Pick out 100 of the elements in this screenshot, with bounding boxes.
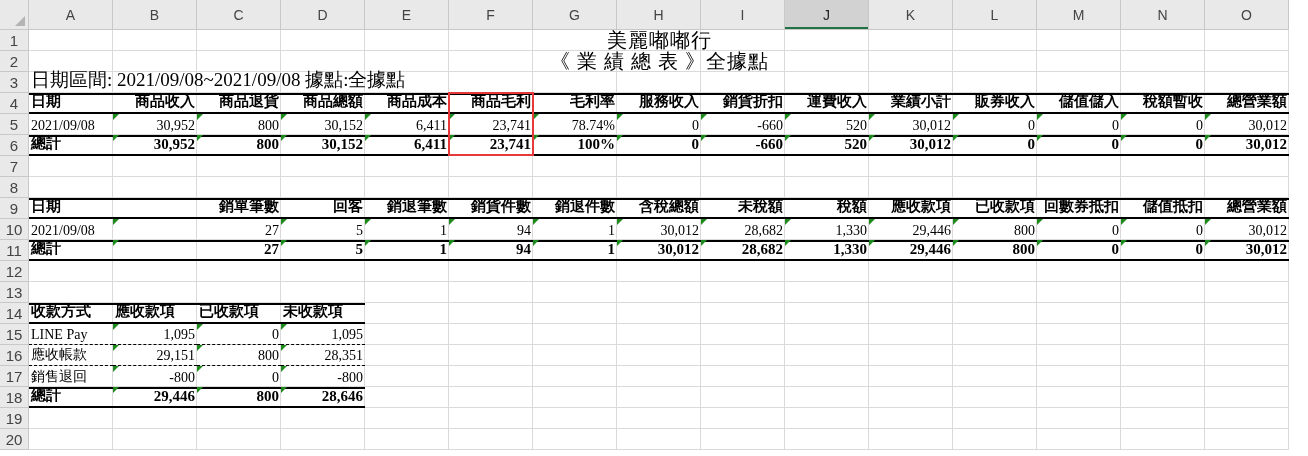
- table-cell-text: 520: [845, 117, 868, 135]
- column-header[interactable]: B: [113, 0, 197, 30]
- table-cell-text: 1,330: [834, 222, 868, 240]
- select-all-icon[interactable]: [15, 16, 25, 26]
- row-header[interactable]: 1: [0, 30, 29, 51]
- row-header[interactable]: 4: [0, 93, 29, 114]
- row-header[interactable]: 7: [0, 156, 29, 177]
- table-cell: 30,012: [1205, 135, 1289, 156]
- table-cell-text: 30,012: [1247, 117, 1288, 135]
- table-cell-text: 0: [1111, 117, 1120, 135]
- table-cell: 1,330: [785, 240, 869, 261]
- table-cell-text: 6,411: [415, 117, 448, 135]
- table-cell-text: 銷售退回: [30, 368, 88, 386]
- column-header[interactable]: N: [1121, 0, 1205, 30]
- table-cell-text: 2021/09/08: [30, 117, 96, 135]
- table-cell-text: -800: [168, 369, 196, 387]
- column-header[interactable]: E: [365, 0, 449, 30]
- table-cell-text: 30,952: [155, 117, 196, 135]
- column-heading: 含稅總額: [617, 198, 701, 219]
- column-header[interactable]: I: [701, 0, 785, 30]
- column-heading: 未稅額: [701, 198, 785, 219]
- column-heading: 儲值抵扣: [1121, 198, 1205, 219]
- column-header[interactable]: C: [197, 0, 281, 30]
- table-cell: 1: [365, 240, 449, 261]
- row-header[interactable]: 5: [0, 114, 29, 135]
- table-cell: 0: [1121, 240, 1205, 261]
- column-header[interactable]: O: [1205, 0, 1289, 30]
- column-header[interactable]: H: [617, 0, 701, 30]
- table-cell-text: -800: [336, 369, 364, 387]
- row-header[interactable]: 2: [0, 51, 29, 72]
- row-header[interactable]: 8: [0, 177, 29, 198]
- table-cell-text: 0: [1195, 117, 1204, 135]
- column-heading: 稅額: [785, 198, 869, 219]
- table-cell-text: 28,682: [743, 222, 784, 240]
- column-header[interactable]: L: [953, 0, 1037, 30]
- row-header[interactable]: 20: [0, 429, 29, 450]
- table-cell: 520: [785, 135, 869, 156]
- table-cell: 5: [281, 240, 365, 261]
- column-header[interactable]: K: [869, 0, 953, 30]
- column-header[interactable]: G: [533, 0, 617, 30]
- row-header[interactable]: 14: [0, 303, 29, 324]
- table-cell-text: 30,012: [911, 117, 952, 135]
- table-cell-text: 0: [271, 369, 280, 387]
- sheet-title: 美麗嘟嘟行: [606, 28, 712, 51]
- table-cell-text: 23,741: [491, 117, 532, 135]
- row-header[interactable]: 6: [0, 135, 29, 156]
- column-header[interactable]: D: [281, 0, 365, 30]
- table-cell: 800: [197, 135, 281, 156]
- table-cell: -660: [701, 135, 785, 156]
- table-cell: 30,152: [281, 135, 365, 156]
- column-header[interactable]: J: [785, 0, 869, 30]
- table-cell-text: 1: [439, 222, 448, 240]
- column-header[interactable]: F: [449, 0, 533, 30]
- table-cell-text: 0: [1111, 222, 1120, 240]
- table-cell-text: 0: [691, 117, 700, 135]
- row-header[interactable]: 12: [0, 261, 29, 282]
- table-cell: 0: [1037, 240, 1121, 261]
- table-cell-text: 2021/09/08: [30, 222, 96, 240]
- row-header[interactable]: 9: [0, 198, 29, 219]
- table-cell-text: 5: [355, 222, 364, 240]
- row-header[interactable]: 15: [0, 324, 29, 345]
- table-cell: 28,682: [701, 240, 785, 261]
- table-cell-text: 0: [1195, 222, 1204, 240]
- table-cell-text: 800: [1013, 222, 1036, 240]
- table-cell-text: 0: [1027, 117, 1036, 135]
- table-cell-text: 30,012: [1247, 222, 1288, 240]
- row-header[interactable]: 11: [0, 240, 29, 261]
- row-header[interactable]: 3: [0, 72, 29, 93]
- table-cell-text: 94: [516, 222, 532, 240]
- row-header[interactable]: 10: [0, 219, 29, 240]
- table-cell: 30,952: [113, 135, 197, 156]
- table-cell-text: 27: [264, 222, 280, 240]
- table-cell-text: -660: [756, 117, 784, 135]
- table-cell: 0: [617, 135, 701, 156]
- table-cell: 800: [953, 240, 1037, 261]
- table-cell: 0: [1037, 135, 1121, 156]
- table-cell: 0: [953, 135, 1037, 156]
- row-header[interactable]: 17: [0, 366, 29, 387]
- row-header[interactable]: 16: [0, 345, 29, 366]
- table-cell: 30,012: [617, 240, 701, 261]
- column-header[interactable]: A: [29, 0, 113, 30]
- column-heading: 應收款項: [113, 303, 197, 324]
- table-cell: 94: [449, 240, 533, 261]
- row-header[interactable]: 19: [0, 408, 29, 429]
- table-cell: 0: [1121, 135, 1205, 156]
- table-cell-text: 78.74%: [570, 117, 616, 135]
- date-range-text: 日期區間: 2021/09/08~2021/09/08 據點:全據點: [31, 68, 406, 92]
- column-heading: 應收款項: [869, 198, 953, 219]
- row-header[interactable]: 13: [0, 282, 29, 303]
- table-cell-text: 800: [257, 117, 280, 135]
- table-cell: 6,411: [365, 135, 449, 156]
- column-header[interactable]: M: [1037, 0, 1121, 30]
- table-cell: 30,012: [869, 135, 953, 156]
- table-cell: 28,646: [281, 387, 365, 408]
- table-cell: 800: [197, 387, 281, 408]
- row-header[interactable]: 18: [0, 387, 29, 408]
- table-cell: 29,446: [113, 387, 197, 408]
- column-heading: 未收款項: [281, 303, 365, 324]
- table-cell-text: 29,446: [911, 222, 952, 240]
- table-cell: 30,012: [1205, 240, 1289, 261]
